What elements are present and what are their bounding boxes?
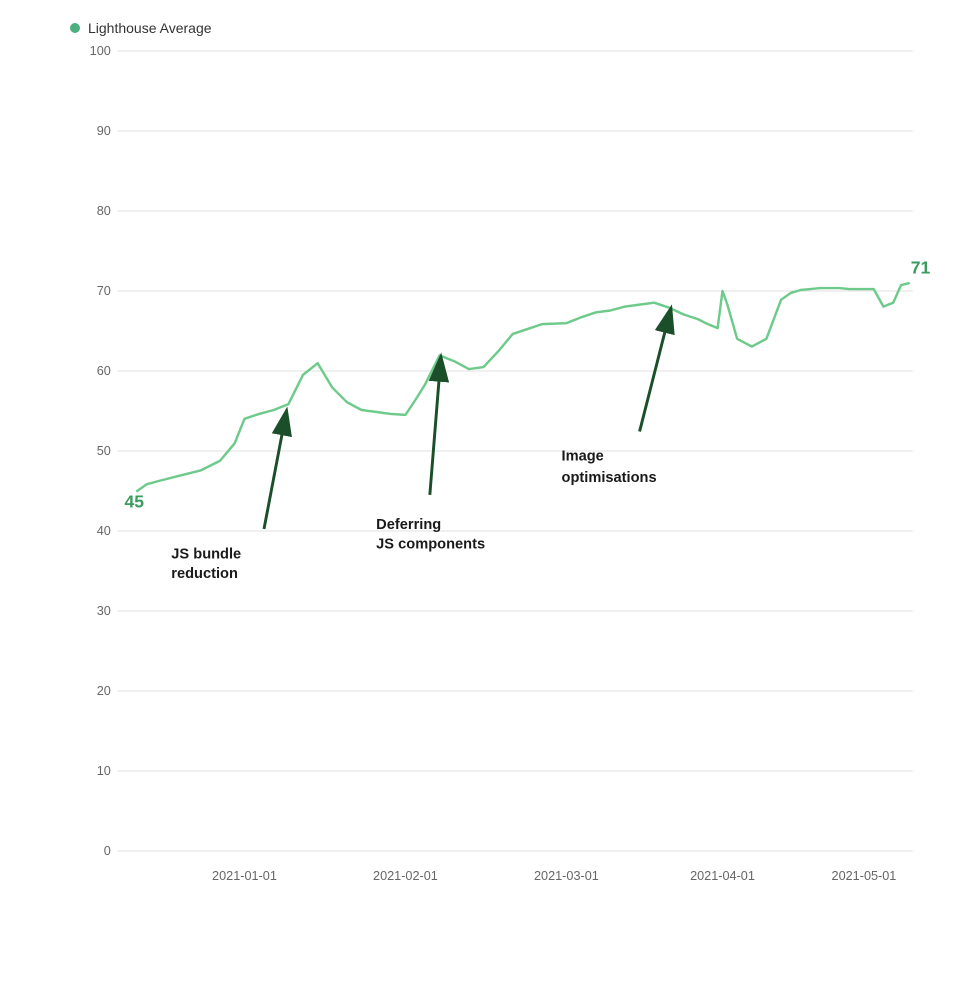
annotation-label-deferring-1: Deferring [376,517,441,533]
chart-line [137,283,909,491]
annotation-label-deferring-2: JS components [376,537,485,553]
annotation-arrow-js-bundle [264,427,284,529]
annotation-label-image-2: optimisations [562,470,657,486]
chart-svg: 100 90 80 70 60 50 40 30 20 10 0 2021-01… [60,51,946,929]
legend-label: Lighthouse Average [88,20,212,36]
start-value-label: 45 [124,492,144,512]
svg-text:60: 60 [97,364,111,378]
svg-text:10: 10 [97,764,111,778]
svg-text:80: 80 [97,204,111,218]
chart-area: 100 90 80 70 60 50 40 30 20 10 0 2021-01… [60,51,946,929]
annotation-arrow-image [640,324,667,431]
chart-legend: Lighthouse Average [60,20,946,36]
svg-text:20: 20 [97,684,111,698]
svg-text:2021-03-01: 2021-03-01 [534,869,599,883]
svg-text:2021-01-01: 2021-01-01 [212,869,277,883]
svg-text:70: 70 [97,284,111,298]
chart-container: Lighthouse Average 100 90 80 70 60 50 [0,0,966,1003]
svg-text:0: 0 [104,844,111,858]
annotation-label-js-bundle: JS bundle [171,546,241,562]
svg-text:40: 40 [97,524,111,538]
svg-text:90: 90 [97,124,111,138]
end-value-label: 71 [911,257,931,277]
annotation-arrow-deferring [430,373,440,495]
annotation-label-image-1: Image [562,449,604,465]
svg-text:2021-04-01: 2021-04-01 [690,869,755,883]
svg-text:100: 100 [90,44,111,58]
svg-text:reduction: reduction [171,566,238,582]
svg-text:50: 50 [97,444,111,458]
svg-text:2021-02-01: 2021-02-01 [373,869,438,883]
svg-text:2021-05-01: 2021-05-01 [832,869,897,883]
svg-text:30: 30 [97,604,111,618]
legend-dot [70,23,80,33]
